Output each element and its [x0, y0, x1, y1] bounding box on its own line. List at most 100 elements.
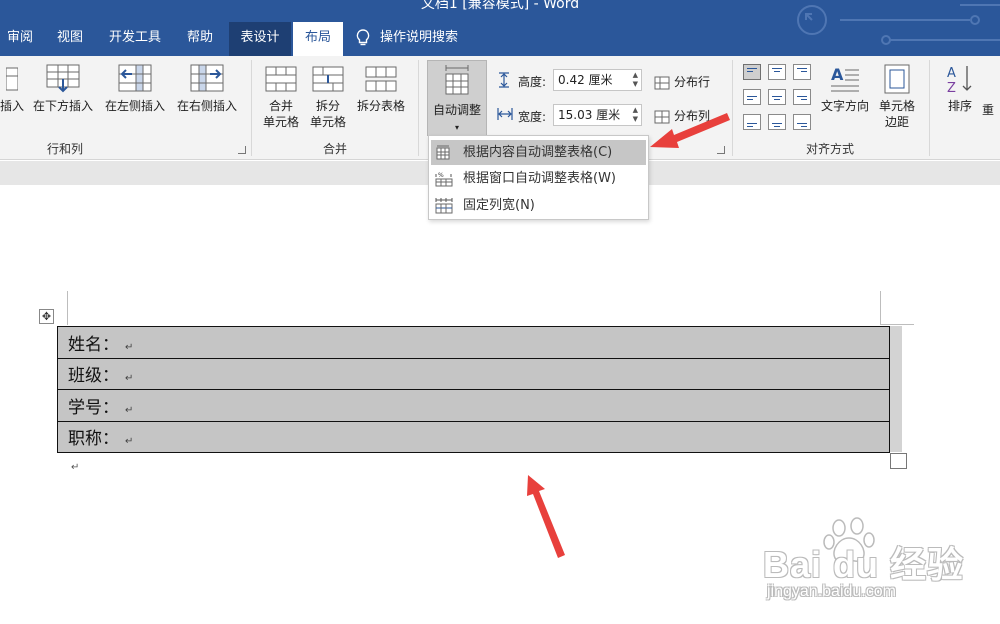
- document-table[interactable]: 姓名： ↵ 班级： ↵ 学号： ↵ 职称： ↵: [57, 326, 890, 453]
- tab-table-design[interactable]: 表设计: [229, 22, 291, 56]
- insert-right-label: 在右侧插入: [176, 99, 237, 113]
- menu-item-autofit-contents[interactable]: 根据内容自动调整表格(C): [431, 140, 646, 165]
- text-direction-label: 文字方向: [820, 99, 869, 113]
- autofit-window-icon: %: [435, 172, 453, 187]
- insert-left-button[interactable]: 在左侧插入: [100, 64, 170, 114]
- tab-help[interactable]: 帮助: [178, 22, 222, 56]
- text-direction-button[interactable]: A 文字方向: [816, 64, 874, 114]
- distribute-columns-button[interactable]: 分布列: [654, 107, 710, 124]
- group-merge-label: 合并: [322, 142, 347, 156]
- align-middle-right-button[interactable]: [793, 89, 811, 105]
- menu-item-label: 根据内容自动调整表格(C): [463, 145, 613, 160]
- cell-end-mark-icon: ↵: [125, 436, 134, 448]
- rows-cols-dialog-launcher[interactable]: [238, 146, 246, 154]
- crop-mark: [880, 324, 914, 325]
- align-middle-left-button[interactable]: [743, 89, 761, 105]
- table-cell[interactable]: 学号： ↵: [57, 389, 890, 422]
- height-value: 0.42 厘米: [558, 73, 613, 87]
- menu-item-fixed-column-width[interactable]: 固定列宽(N): [431, 193, 646, 218]
- watermark-url: jingyan.baidu.com: [767, 583, 896, 600]
- tab-view[interactable]: 视图: [48, 22, 92, 56]
- table-row[interactable]: 职称： ↵: [57, 420, 890, 453]
- width-value: 15.03 厘米: [558, 108, 621, 122]
- table-row[interactable]: 学号： ↵: [57, 389, 890, 422]
- lightbulb-icon: [356, 28, 370, 45]
- split-cells-button[interactable]: 拆分 单元格: [306, 64, 350, 130]
- tab-developer[interactable]: 开发工具: [100, 22, 170, 56]
- insert-below-label: 在下方插入: [32, 99, 93, 113]
- baidu-watermark: Bai du 经验 jingyan.baidu.com: [757, 517, 987, 610]
- distribute-columns-label: 分布列: [674, 109, 711, 123]
- align-top-left-button[interactable]: [743, 64, 761, 80]
- insert-above-icon: [6, 67, 18, 91]
- cell-text: 职称：: [68, 429, 119, 450]
- group-alignment-label: 对齐方式: [805, 142, 854, 156]
- group-separator: [732, 60, 733, 156]
- repeat-header-button[interactable]: 重: [982, 102, 1000, 118]
- autofit-label: 自动调整: [432, 103, 481, 117]
- cell-end-mark-icon: ↵: [125, 404, 134, 416]
- width-label: 宽度:: [518, 110, 547, 124]
- align-bottom-center-button[interactable]: [768, 114, 786, 130]
- distribute-rows-label: 分布行: [674, 75, 711, 89]
- table-resize-handle[interactable]: [890, 453, 907, 469]
- sort-label: 排序: [947, 99, 972, 113]
- fixed-column-width-icon: [435, 198, 453, 214]
- autofit-dropdown-menu: 根据内容自动调整表格(C) % 根据窗口自动调整表格(W) 固定列宽(N): [428, 135, 649, 220]
- align-top-right-button[interactable]: [793, 64, 811, 80]
- cell-end-mark-icon: ↵: [125, 341, 134, 353]
- split-cells-label-2: 单元格: [309, 115, 346, 129]
- cell-text: 姓名：: [68, 334, 119, 355]
- table-row[interactable]: 姓名： ↵: [57, 326, 890, 359]
- tab-layout[interactable]: 布局: [293, 22, 343, 56]
- autofit-button[interactable]: 自动调整 ▾: [427, 60, 487, 136]
- group-separator: [929, 60, 930, 156]
- cell-margins-label-2: 边距: [884, 115, 909, 129]
- group-separator: [251, 60, 252, 156]
- title-bar: 文档1 [兼容模式] - Word 审阅 视图 开发工具 帮助 表设计 布局 操…: [0, 0, 1000, 56]
- align-bottom-left-button[interactable]: [743, 114, 761, 130]
- merge-cells-label-2: 单元格: [262, 115, 299, 129]
- insert-right-button[interactable]: 在右侧插入: [172, 64, 242, 114]
- align-top-center-button[interactable]: [768, 64, 786, 80]
- height-label: 高度:: [518, 75, 547, 89]
- cell-size-dialog-launcher[interactable]: [717, 146, 725, 154]
- distribute-rows-button[interactable]: 分布行: [654, 73, 710, 90]
- svg-text:A: A: [947, 66, 956, 81]
- sort-icon: A Z: [947, 66, 972, 94]
- tab-review[interactable]: 审阅: [0, 22, 40, 56]
- table-row[interactable]: 班级： ↵: [57, 357, 890, 390]
- table-move-handle[interactable]: ✥: [39, 309, 54, 324]
- table-cell[interactable]: 职称： ↵: [57, 420, 890, 453]
- group-separator: [418, 60, 419, 156]
- merge-cells-icon: [265, 66, 297, 92]
- paragraph-mark-icon: ↵: [71, 462, 80, 473]
- autofit-contents-icon: [436, 145, 450, 160]
- row-height-icon: [499, 72, 509, 88]
- insert-above-button[interactable]: 插入: [0, 64, 24, 114]
- cell-end-mark-icon: ↵: [125, 373, 134, 385]
- text-direction-icon: A: [831, 65, 859, 92]
- cell-margins-button[interactable]: 单元格 边距: [874, 64, 920, 130]
- split-cells-icon: [312, 66, 344, 92]
- table-cell[interactable]: 姓名： ↵: [57, 326, 890, 359]
- sort-button[interactable]: A Z 排序: [940, 64, 980, 114]
- spinner-arrows-icon[interactable]: ▲ ▼: [633, 71, 638, 89]
- tell-me-search[interactable]: 操作说明搜索: [356, 22, 458, 56]
- menu-item-label: 固定列宽(N): [463, 198, 535, 213]
- insert-right-icon: [190, 64, 224, 92]
- align-middle-center-button[interactable]: [768, 89, 786, 105]
- align-bottom-right-button[interactable]: [793, 114, 811, 130]
- merge-cells-button[interactable]: 合并 单元格: [259, 64, 303, 130]
- split-table-button[interactable]: 拆分表格: [352, 64, 410, 114]
- insert-below-button[interactable]: 在下方插入: [28, 64, 98, 114]
- repeat-header-label: 重: [982, 103, 995, 117]
- width-spinner[interactable]: 15.03 厘米 ▲ ▼: [553, 104, 642, 126]
- crop-mark: [880, 291, 881, 325]
- spinner-arrows-icon[interactable]: ▲ ▼: [633, 106, 638, 124]
- height-spinner[interactable]: 0.42 厘米 ▲ ▼: [553, 69, 642, 91]
- menu-item-autofit-window[interactable]: % 根据窗口自动调整表格(W): [431, 166, 646, 191]
- circuit-decoration: [797, 4, 1000, 45]
- svg-text:A: A: [831, 65, 844, 84]
- table-cell[interactable]: 班级： ↵: [57, 357, 890, 390]
